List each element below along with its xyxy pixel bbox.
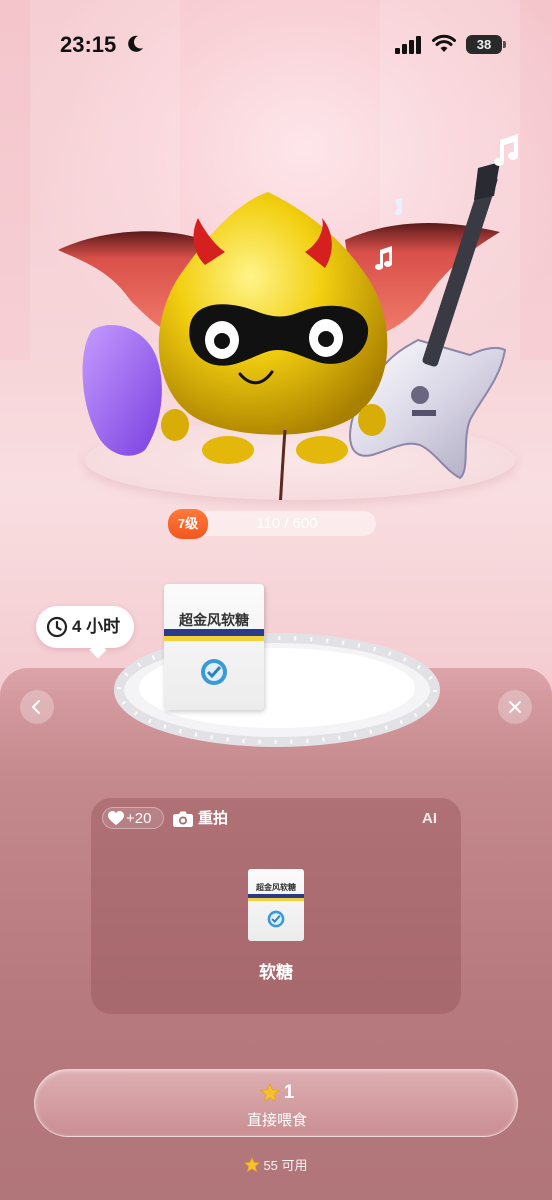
candy-box-body <box>248 869 304 941</box>
camera-icon <box>173 811 193 827</box>
close-button[interactable] <box>498 690 532 724</box>
feed-button-label: 直接喂食 <box>246 1112 307 1129</box>
ai-tag: AI <box>422 810 437 827</box>
battery-indicator: 38 <box>466 35 506 54</box>
feed-cost: 1 <box>35 1082 519 1106</box>
level-badge: 7级 <box>168 509 208 539</box>
candy-stripe <box>248 898 304 901</box>
candy-logo-icon <box>201 659 227 685</box>
chevron-left-icon <box>31 700 40 714</box>
xp-text: 110 / 600 <box>256 515 318 532</box>
food-thumbnail: 超金风软糖 <box>248 869 304 941</box>
status-bar: 23:15 38 <box>0 0 552 90</box>
close-icon <box>509 701 521 713</box>
pet-character[interactable] <box>0 120 552 500</box>
food-name: 软糖 <box>259 963 293 982</box>
likes-count: +20 <box>126 810 152 827</box>
feed-button[interactable]: 1 直接喂食 <box>34 1069 518 1137</box>
candy-box-body <box>164 584 264 710</box>
feed-cost-value: 1 <box>283 1082 295 1103</box>
heart-icon <box>108 811 124 825</box>
moon-icon <box>128 35 143 52</box>
candy-box: 超金风软糖 <box>164 584 264 710</box>
likes-badge: +20 <box>102 807 164 829</box>
candy-box-label: 超金风软糖 <box>179 613 249 629</box>
wifi-icon <box>432 34 456 52</box>
clock-icon <box>46 616 68 638</box>
signal-icon <box>395 36 421 54</box>
retake-label: 重拍 <box>198 810 229 827</box>
candy-stripe <box>164 629 264 636</box>
timer-bubble: 4 小时 <box>36 606 134 648</box>
candy-logo-icon <box>267 910 285 928</box>
status-time: 23:15 <box>60 32 117 57</box>
timer-text: 4 小时 <box>72 617 121 636</box>
star-icon <box>259 1083 280 1102</box>
candy-box-label: 超金风软糖 <box>256 882 296 892</box>
candy-stripe <box>164 636 264 641</box>
star-balance: 55 可用 <box>0 1155 552 1175</box>
star-balance-text: 55 可用 <box>263 1158 308 1173</box>
back-button[interactable] <box>20 690 54 724</box>
star-icon <box>244 1156 261 1172</box>
food-plate <box>114 633 440 747</box>
